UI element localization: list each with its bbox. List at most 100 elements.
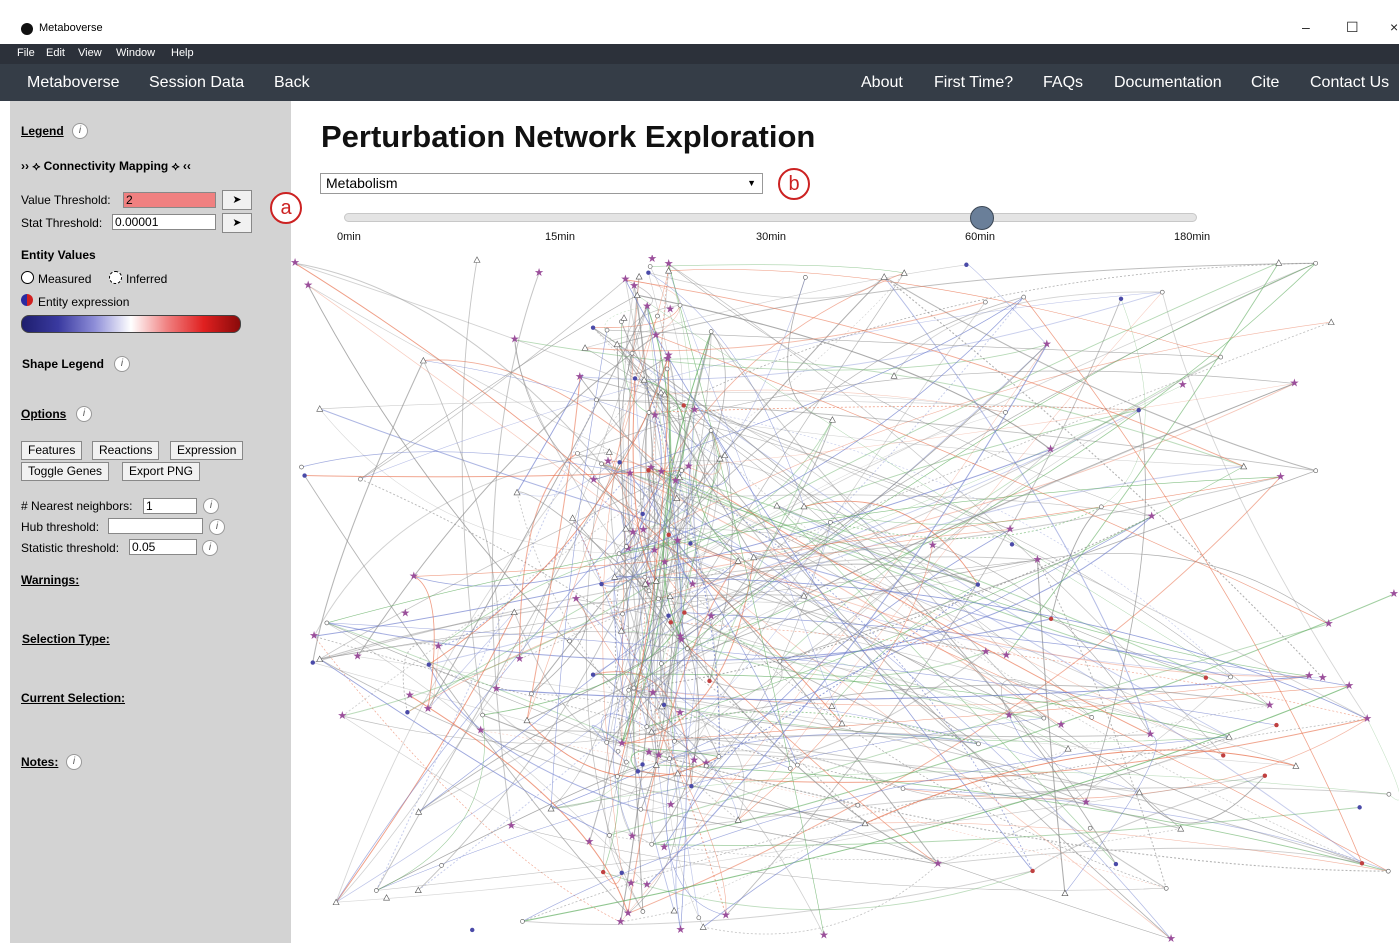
network-node-star[interactable]: ★ xyxy=(405,690,415,702)
network-node-star[interactable]: ★ xyxy=(656,466,666,478)
network-node-star[interactable]: ★ xyxy=(1046,443,1056,455)
network-node-star[interactable]: ★ xyxy=(491,683,501,695)
network-node-dot[interactable] xyxy=(1262,773,1268,778)
network-node-star[interactable]: ★ xyxy=(642,879,652,891)
menu-edit[interactable]: Edit xyxy=(46,47,65,59)
network-node-circle[interactable] xyxy=(696,915,702,921)
network-node-star[interactable]: ★ xyxy=(584,836,594,848)
network-graph-canvas[interactable]: ★★★★★★★★★★★★★★★★★★★★★★★★★★★★★★★★★★★★★★★★… xyxy=(291,255,1399,943)
network-node-star[interactable]: ★ xyxy=(690,404,700,416)
menu-window[interactable]: Window xyxy=(116,47,155,59)
network-node-star[interactable]: ★ xyxy=(644,747,654,759)
network-node-star[interactable]: ★ xyxy=(673,535,683,547)
network-node-star[interactable]: ★ xyxy=(1324,618,1334,630)
network-node-triangle[interactable] xyxy=(1064,745,1072,752)
network-node-circle[interactable] xyxy=(626,687,632,693)
network-node-circle[interactable] xyxy=(656,596,661,602)
network-node-star[interactable]: ★ xyxy=(647,255,657,265)
network-node-star[interactable]: ★ xyxy=(675,707,685,719)
network-node-dot[interactable] xyxy=(640,511,645,517)
network-node-star[interactable]: ★ xyxy=(1056,719,1066,731)
network-node-circle[interactable] xyxy=(631,685,637,691)
network-node-circle[interactable] xyxy=(624,544,629,549)
pathway-select[interactable]: Metabolism ▼ xyxy=(320,173,763,194)
network-node-dot[interactable] xyxy=(975,582,981,587)
network-node-circle[interactable] xyxy=(983,299,988,305)
network-node-circle[interactable] xyxy=(1313,468,1319,474)
network-node-circle[interactable] xyxy=(567,638,572,644)
network-node-circle[interactable] xyxy=(1386,868,1391,874)
network-node-dot[interactable] xyxy=(426,662,432,667)
network-node-dot[interactable] xyxy=(1048,616,1054,621)
export-png-button[interactable]: Export PNG xyxy=(122,462,201,481)
network-node-star[interactable]: ★ xyxy=(1042,339,1052,351)
network-node-dot[interactable] xyxy=(646,468,651,473)
network-node-circle[interactable] xyxy=(374,888,379,893)
network-node-dot[interactable] xyxy=(668,620,674,625)
network-node-dot[interactable] xyxy=(681,403,686,408)
network-node-circle[interactable] xyxy=(1003,410,1008,415)
network-node-star[interactable]: ★ xyxy=(1166,933,1176,943)
network-node-star[interactable]: ★ xyxy=(617,738,627,750)
value-threshold-submit-button[interactable]: ➤ xyxy=(222,190,252,210)
network-node-triangle[interactable] xyxy=(383,894,391,901)
network-node-star[interactable]: ★ xyxy=(1389,588,1399,600)
network-node-star[interactable]: ★ xyxy=(689,754,699,766)
network-node-dot[interactable] xyxy=(1203,675,1209,680)
network-node-star[interactable]: ★ xyxy=(423,703,433,715)
network-node-star[interactable]: ★ xyxy=(664,349,674,361)
network-node-dot[interactable] xyxy=(302,473,307,478)
network-node-star[interactable]: ★ xyxy=(650,544,660,556)
network-node-circle[interactable] xyxy=(659,661,664,666)
options-link[interactable]: Options xyxy=(21,407,66,421)
network-node-circle[interactable] xyxy=(299,464,304,470)
network-node-dot[interactable] xyxy=(1118,296,1124,301)
network-node-dot[interactable] xyxy=(600,869,606,875)
network-node-circle[interactable] xyxy=(664,366,670,372)
network-node-circle[interactable] xyxy=(324,620,330,626)
network-node-circle[interactable] xyxy=(480,712,485,718)
network-node-triangle[interactable] xyxy=(890,372,898,379)
network-node-star[interactable]: ★ xyxy=(353,651,363,663)
network-node-dot[interactable] xyxy=(640,762,645,767)
network-node-star[interactable]: ★ xyxy=(1005,523,1015,535)
network-node-star[interactable]: ★ xyxy=(654,749,664,761)
network-node-dot[interactable] xyxy=(1221,753,1226,758)
network-node-star[interactable]: ★ xyxy=(660,557,670,569)
network-node-star[interactable]: ★ xyxy=(706,611,716,623)
network-node-star[interactable]: ★ xyxy=(409,570,419,582)
network-node-circle[interactable] xyxy=(1228,674,1233,680)
legend-info-icon[interactable]: i xyxy=(72,123,88,139)
network-node-star[interactable]: ★ xyxy=(1276,471,1286,483)
hub-threshold-input[interactable] xyxy=(108,518,203,534)
network-node-star[interactable]: ★ xyxy=(675,630,685,642)
network-node-star[interactable]: ★ xyxy=(628,526,638,538)
network-node-circle[interactable] xyxy=(1163,886,1169,891)
network-node-star[interactable]: ★ xyxy=(571,593,581,605)
statistic-threshold-input[interactable] xyxy=(129,539,197,555)
network-node-star[interactable]: ★ xyxy=(676,924,686,936)
network-node-star[interactable]: ★ xyxy=(534,267,544,279)
network-node-circle[interactable] xyxy=(520,919,525,924)
network-node-circle[interactable] xyxy=(900,786,906,791)
network-node-dot[interactable] xyxy=(405,710,410,715)
toggle-genes-button[interactable]: Toggle Genes xyxy=(21,462,110,481)
reactions-button[interactable]: Reactions xyxy=(92,441,160,460)
network-node-star[interactable]: ★ xyxy=(515,653,525,665)
features-button[interactable]: Features xyxy=(21,441,83,460)
statistic-threshold-info-icon[interactable]: i xyxy=(202,540,218,556)
options-info-icon[interactable]: i xyxy=(76,406,92,422)
network-node-star[interactable]: ★ xyxy=(648,687,658,699)
network-node-star[interactable]: ★ xyxy=(623,907,633,919)
network-node-dot[interactable] xyxy=(707,678,712,684)
notes-info-icon[interactable]: i xyxy=(66,754,82,770)
network-node-star[interactable]: ★ xyxy=(664,258,674,270)
connectivity-mapping-toggle[interactable]: ›› ⟡ Connectivity Mapping ⟡ ‹‹ xyxy=(21,159,191,174)
nav-back[interactable]: Back xyxy=(274,74,310,92)
network-node-circle[interactable] xyxy=(803,275,808,280)
network-node-dot[interactable] xyxy=(310,660,315,665)
network-node-dot[interactable] xyxy=(1357,805,1362,810)
network-node-dot[interactable] xyxy=(1136,407,1141,413)
network-node-circle[interactable] xyxy=(649,841,655,847)
stat-threshold-input[interactable] xyxy=(112,214,216,230)
